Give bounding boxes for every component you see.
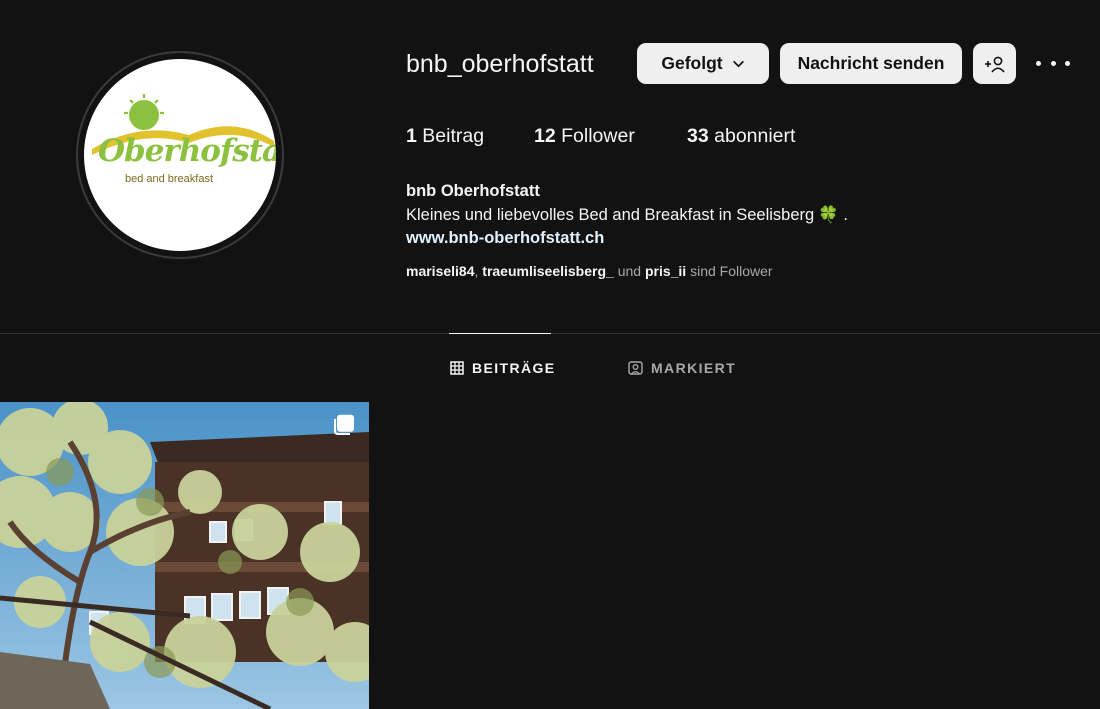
tab-tagged-label: MARKIERT	[651, 360, 737, 376]
multiple-images-icon	[334, 414, 354, 435]
bio-name: bnb Oberhofstatt	[406, 182, 540, 200]
grid-icon	[450, 361, 464, 375]
stat-posts-count: 1	[406, 125, 417, 147]
stat-following-label: abonniert	[714, 125, 796, 147]
tab-posts-label: BEITRÄGE	[472, 360, 556, 376]
bio-text-line: Kleines und liebevolles Bed and Breakfas…	[406, 204, 848, 228]
bio-trailing: .	[843, 205, 848, 224]
logo-tagline: bed and breakfast	[124, 173, 214, 185]
stat-posts: 1 Beitrag	[406, 125, 484, 148]
avatar-ring[interactable]: Oberhofstatt bed and breakfast	[76, 51, 284, 259]
add-user-icon	[984, 56, 1005, 73]
stat-following[interactable]: 33 abonniert	[687, 125, 795, 148]
following-button[interactable]: Gefolgt	[637, 43, 769, 84]
clover-icon: 🍀	[818, 205, 839, 224]
sun-icon	[124, 94, 164, 130]
followed-by-suffix: sind Follower	[690, 263, 773, 279]
profile-username: bnb_oberhofstatt	[406, 50, 594, 78]
followed-by-and: und	[617, 263, 642, 279]
send-message-label: Nachricht senden	[797, 53, 945, 73]
followed-by-user: pris_ii	[644, 263, 687, 279]
send-message-button[interactable]: Nachricht senden	[780, 43, 962, 84]
following-button-label: Gefolgt	[661, 53, 723, 73]
add-user-button[interactable]	[973, 43, 1016, 84]
stat-followers[interactable]: 12 Follower	[534, 125, 635, 148]
more-options-icon[interactable]	[1036, 52, 1070, 74]
followed-by-user: traeumliseelisberg_	[482, 263, 614, 279]
post-thumbnail[interactable]	[0, 402, 369, 709]
active-tab-indicator	[449, 333, 551, 334]
tab-tagged[interactable]: MARKIERT	[628, 360, 736, 376]
bio-text: Kleines und liebevolles Bed and Breakfas…	[406, 205, 815, 224]
followed-by-user: mariseli84	[406, 263, 475, 279]
stat-posts-label: Beitrag	[422, 125, 485, 147]
website-link[interactable]: www.bnb-oberhofstatt.ch	[406, 227, 848, 251]
followed-by-separator: ,	[474, 263, 479, 279]
logo-word: Oberhofstatt	[98, 133, 276, 169]
post-image	[0, 402, 369, 709]
stat-followers-label: Follower	[561, 125, 635, 147]
tab-posts[interactable]: BEITRÄGE	[450, 360, 556, 376]
stat-following-count: 33	[687, 125, 709, 147]
stat-followers-count: 12	[534, 125, 556, 147]
profile-bio: bnb Oberhofstatt Kleines und liebevolles…	[406, 180, 848, 251]
followed-by[interactable]: mariseli84, traeumliseelisberg_ und pris…	[406, 263, 773, 279]
chevron-down-icon	[732, 60, 744, 68]
tagged-icon	[628, 361, 643, 375]
avatar[interactable]: Oberhofstatt bed and breakfast	[84, 59, 276, 251]
